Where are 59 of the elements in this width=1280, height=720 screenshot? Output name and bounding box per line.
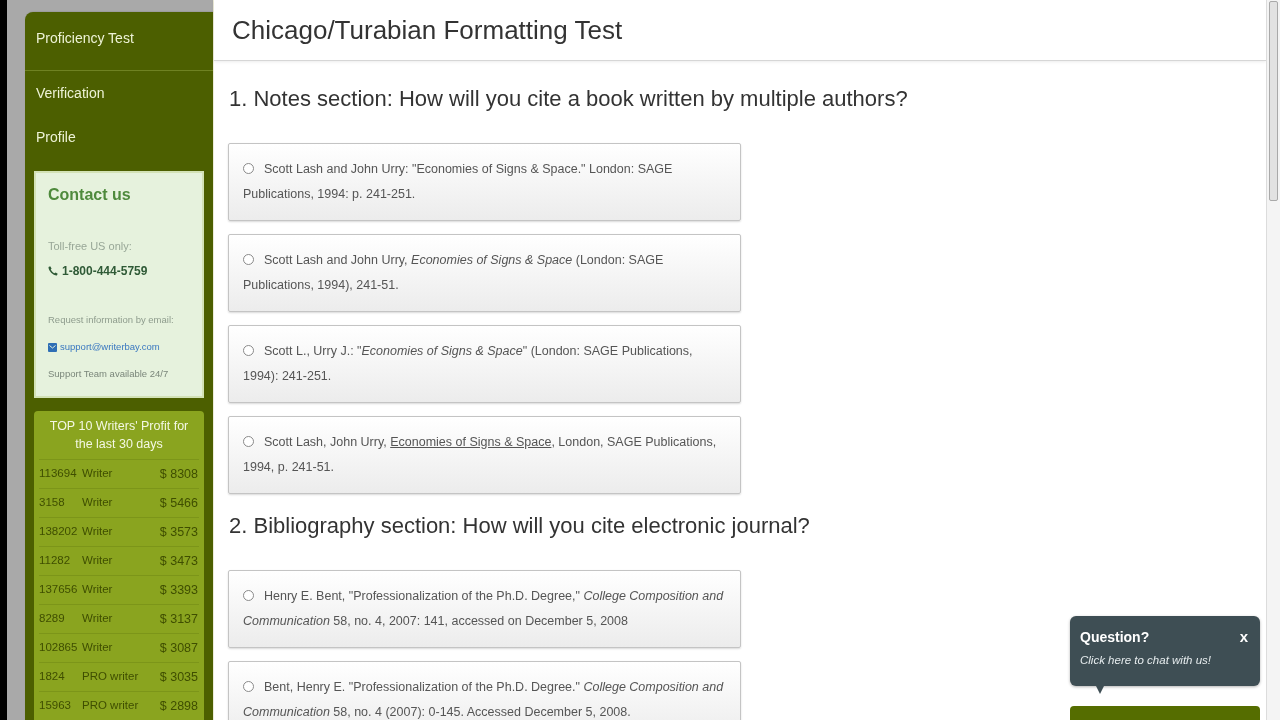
table-cell-text: $ 3573 [159,523,199,541]
table-cell-text: $ 3393 [159,581,199,599]
table-cell-text: $ 3087 [159,639,199,657]
table-cell-text: 113694 [39,466,78,482]
answer-option[interactable]: Henry E. Bent, "Professionalization of the Ph.D. Degree," College Composition and Communication 58, no. 4, 2007: 141, accessed on December 5, 2008 [228,570,741,648]
support-hours: Support Team available 24/7 [48,367,170,381]
pointer-icon [1096,686,1104,694]
table-cell-text: $ 2898 [159,697,199,715]
panel-heading: TOP 10 Writers' Profit for the last 30 days [48,418,190,453]
table-cell-text: PRO writer [82,669,140,685]
email-link[interactable]: support@writerbay.com [60,340,160,354]
table-cell-text: Writer [82,524,114,540]
table-cell-text: Writer [82,495,114,511]
table-cell-text: $ 5466 [159,494,199,512]
table-cell-text: 137656 [39,582,79,598]
radio-button[interactable] [243,681,254,692]
chat-title: Question? [1080,628,1150,647]
table-cell-text: PRO writer [82,698,140,714]
table-cell-text: 102865 [39,640,79,656]
answer-option[interactable]: Scott Lash and John Urry, Economies of Signs & Space (London: SAGE Publications, 1994), 241-51. [228,234,741,312]
phone-note: Toll-free US only: [48,239,133,254]
page-title: Chicago/Turabian Formatting Test [232,14,623,47]
table-cell-text: 3158 [39,495,66,511]
phone-number: 1-800-444-5759 [62,263,148,279]
envelope-icon [48,342,57,352]
question-text: 2. Bibliography section: How will you cite electronic journal? [229,512,811,540]
email-note: Request information by email: [48,313,175,327]
radio-button[interactable] [243,254,254,265]
sidebar-link[interactable]: Profile [25,115,213,159]
answer-option[interactable]: Scott Lash, John Urry, Economies of Signs & Space, London, SAGE Publications, 1994, p. 241-51. [228,416,741,494]
table-cell-text: Writer [82,553,114,569]
table-cell-text: 1824 [39,669,66,685]
table-cell-text: Writer [82,466,114,482]
sidebar-link[interactable]: Verification [25,71,213,115]
table-cell-text: Writer [82,640,114,656]
table-cell-text: $ 8308 [159,465,199,483]
table-cell-text: $ 3137 [159,610,199,628]
radio-button[interactable] [243,163,254,174]
radio-button[interactable] [243,590,254,601]
table-cell-text: $ 3473 [159,552,199,570]
chat-prompt: Click here to chat with us! [1080,653,1213,668]
table-cell-text: 138202 [39,524,79,540]
answer-option[interactable]: Scott L., Urry J.: "Economies of Signs & Space" (London: SAGE Publications, 1994): 241-251. [228,325,741,403]
answer-option[interactable]: Scott Lash and John Urry: "Economies of Signs & Space." London: SAGE Publications, 1994: p. 241-251. [228,143,741,221]
close-button[interactable]: x [1237,627,1250,647]
phone-icon [48,266,58,276]
table-cell-text: $ 3035 [159,668,199,686]
table-cell-text: Writer [82,611,114,627]
table-cell-text: 15963 [39,698,72,714]
table-cell-text: 8289 [39,611,66,627]
scrollbar-thumb[interactable] [1269,1,1278,201]
sidebar-link[interactable]: Proficiency Test [25,12,213,64]
radio-button[interactable] [243,345,254,356]
question-text: 1. Notes section: How will you cite a book written by multiple authors? [229,85,909,113]
answer-option[interactable]: Bent, Henry E. "Professionalization of the Ph.D. Degree." College Composition and Communication 58, no. 4 (2007): 0-145. Accessed December 5, 2008. [228,661,741,720]
radio-button[interactable] [243,436,254,447]
table-cell-text: Writer [82,582,114,598]
table-cell-text: 11282 [39,553,72,569]
contact-heading: Contact us [48,185,132,205]
